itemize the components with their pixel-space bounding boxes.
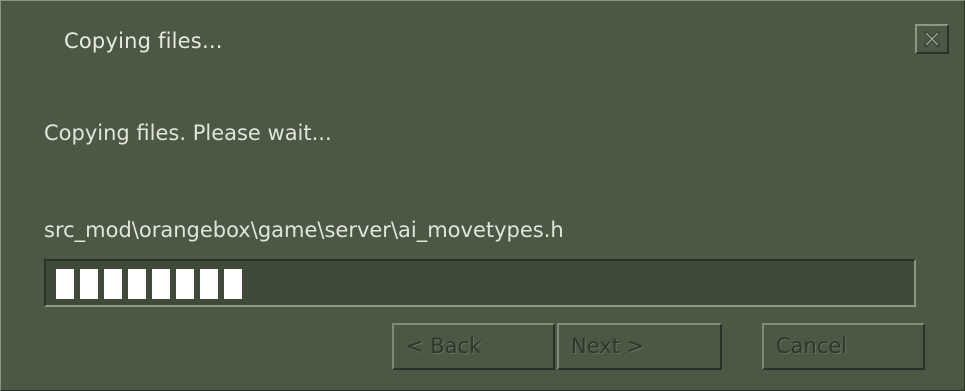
- status-message: Copying files. Please wait...: [44, 121, 332, 145]
- progress-fill: [56, 269, 924, 299]
- next-button[interactable]: Next >: [557, 323, 722, 370]
- progress-segment: [56, 269, 74, 299]
- dialog-title: Copying files...: [64, 29, 223, 53]
- progress-segment: [200, 269, 218, 299]
- close-icon: [923, 30, 941, 48]
- progress-segment: [224, 269, 242, 299]
- progress-segment: [152, 269, 170, 299]
- close-button[interactable]: [915, 24, 949, 54]
- cancel-button[interactable]: Cancel: [762, 323, 925, 370]
- copying-files-dialog: Copying files... Copying files. Please w…: [0, 0, 965, 391]
- current-file-path: src_mod\orangebox\game\server\ai_movetyp…: [44, 218, 564, 242]
- progress-segment: [104, 269, 122, 299]
- progress-segment: [128, 269, 146, 299]
- progress-segment: [176, 269, 194, 299]
- progress-segment: [80, 269, 98, 299]
- back-button[interactable]: < Back: [392, 323, 555, 370]
- progress-bar: [44, 259, 916, 307]
